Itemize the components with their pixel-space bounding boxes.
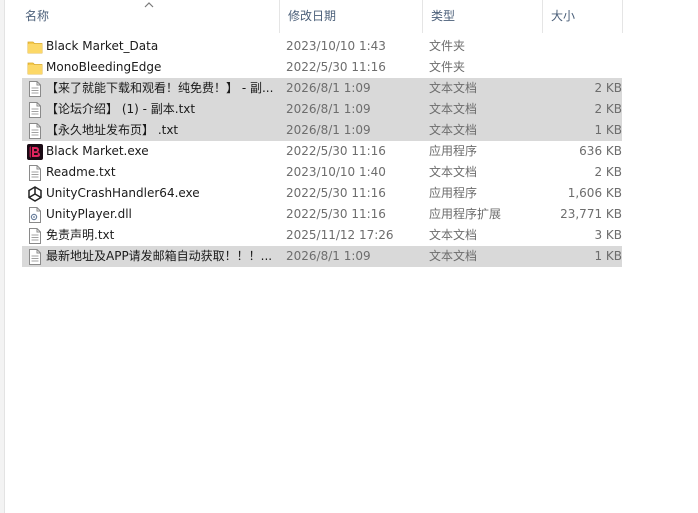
file-modified-date: 2026/8/1 1:09 bbox=[286, 81, 371, 95]
column-header-date-label: 修改日期 bbox=[288, 9, 337, 23]
file-row[interactable]: UnityCrashHandler64.exe 2022/5/30 11:16 应用… bbox=[22, 183, 622, 204]
file-size: 23,771 KB bbox=[560, 207, 622, 221]
file-size: 3 KB bbox=[594, 228, 622, 242]
sort-ascending-icon bbox=[144, 2, 154, 8]
file-explorer: 名称 修改日期 类型 大小 Black Market_Data 2023/10/1… bbox=[0, 0, 698, 513]
file-type: 文本文档 bbox=[429, 81, 478, 95]
file-row[interactable]: 【论坛介绍】 (1) - 副本.txt 2026/8/1 1:09 文本文档 2 KB bbox=[22, 99, 622, 120]
file-row[interactable]: 免责声明.txt 2025/11/12 17:26 文本文档 3 KB bbox=[22, 225, 622, 246]
file-row[interactable]: 最新地址及APP请发邮箱自动获取！！！... 2026/8/1 1:09 文本文档 1… bbox=[22, 246, 622, 267]
file-name: 【来了就能下载和观看！纯免费！】 - 副... bbox=[46, 81, 274, 95]
file-modified-date: 2026/8/1 1:09 bbox=[286, 249, 371, 263]
file-type: 应用程序 bbox=[429, 186, 478, 200]
text-file-icon bbox=[26, 164, 44, 181]
text-file-icon bbox=[26, 227, 44, 244]
unity-icon bbox=[26, 185, 44, 202]
column-header-size-label: 大小 bbox=[551, 9, 576, 23]
file-modified-date: 2023/10/10 1:40 bbox=[286, 165, 386, 179]
file-modified-date: 2022/5/30 11:16 bbox=[286, 60, 386, 74]
column-header-bar: 名称 修改日期 类型 大小 bbox=[5, 0, 623, 33]
file-type: 文本文档 bbox=[429, 165, 478, 179]
file-name: Readme.txt bbox=[46, 165, 116, 179]
file-size: 2 KB bbox=[594, 81, 622, 95]
file-type: 文本文档 bbox=[429, 102, 478, 116]
file-size: 1,606 KB bbox=[567, 186, 622, 200]
file-size: 2 KB bbox=[594, 102, 622, 116]
column-header-date[interactable]: 修改日期 bbox=[280, 0, 423, 33]
file-row[interactable]: Black Market.exe 2022/5/30 11:16 应用程序 636 K… bbox=[22, 141, 622, 162]
file-modified-date: 2023/10/10 1:43 bbox=[286, 39, 386, 53]
navigation-pane-edge bbox=[0, 0, 5, 513]
app-logo-icon bbox=[26, 143, 44, 160]
file-name: UnityPlayer.dll bbox=[46, 207, 132, 221]
file-type: 文件夹 bbox=[429, 60, 466, 74]
file-name: 【永久地址发布页】 .txt bbox=[46, 123, 179, 137]
file-size: 1 KB bbox=[594, 123, 622, 137]
text-file-icon bbox=[26, 122, 44, 139]
text-file-icon bbox=[26, 80, 44, 97]
file-name: Black Market.exe bbox=[46, 144, 149, 158]
file-name: UnityCrashHandler64.exe bbox=[46, 186, 200, 200]
file-type: 文本文档 bbox=[429, 228, 478, 242]
column-header-size[interactable]: 大小 bbox=[543, 0, 623, 33]
file-modified-date: 2022/5/30 11:16 bbox=[286, 186, 386, 200]
file-row[interactable]: Black Market_Data 2023/10/10 1:43 文件夹 bbox=[22, 36, 622, 57]
file-list: Black Market_Data 2023/10/10 1:43 文件夹 MonoB… bbox=[22, 36, 622, 267]
file-name: 【论坛介绍】 (1) - 副本.txt bbox=[46, 102, 196, 116]
file-row[interactable]: 【永久地址发布页】 .txt 2026/8/1 1:09 文本文档 1 KB bbox=[22, 120, 622, 141]
file-row[interactable]: UnityPlayer.dll 2022/5/30 11:16 应用程序扩展 23,7… bbox=[22, 204, 622, 225]
column-header-type-label: 类型 bbox=[431, 9, 456, 23]
file-type: 应用程序 bbox=[429, 144, 478, 158]
file-type: 文件夹 bbox=[429, 39, 466, 53]
file-modified-date: 2022/5/30 11:16 bbox=[286, 207, 386, 221]
file-modified-date: 2026/8/1 1:09 bbox=[286, 102, 371, 116]
file-type: 文本文档 bbox=[429, 123, 478, 137]
file-row[interactable]: MonoBleedingEdge 2022/5/30 11:16 文件夹 bbox=[22, 57, 622, 78]
file-name: Black Market_Data bbox=[46, 39, 159, 53]
file-type: 文本文档 bbox=[429, 249, 478, 263]
file-size: 2 KB bbox=[594, 165, 622, 179]
file-name: MonoBleedingEdge bbox=[46, 60, 162, 74]
file-row[interactable]: 【来了就能下载和观看！纯免费！】 - 副... 2026/8/1 1:09 文本文档… bbox=[22, 78, 622, 99]
column-header-name-label: 名称 bbox=[25, 9, 50, 23]
text-file-icon bbox=[26, 101, 44, 118]
folder-icon bbox=[26, 39, 44, 55]
column-header-name[interactable]: 名称 bbox=[5, 0, 280, 33]
file-modified-date: 2026/8/1 1:09 bbox=[286, 123, 371, 137]
text-file-icon bbox=[26, 248, 44, 265]
file-modified-date: 2025/11/12 17:26 bbox=[286, 228, 394, 242]
file-size: 1 KB bbox=[594, 249, 622, 263]
file-size: 636 KB bbox=[579, 144, 622, 158]
file-row[interactable]: Readme.txt 2023/10/10 1:40 文本文档 2 KB bbox=[22, 162, 622, 183]
file-name: 最新地址及APP请发邮箱自动获取！！！... bbox=[46, 249, 273, 263]
folder-icon bbox=[26, 60, 44, 76]
file-modified-date: 2022/5/30 11:16 bbox=[286, 144, 386, 158]
file-name: 免责声明.txt bbox=[46, 228, 115, 242]
dll-file-icon bbox=[26, 206, 44, 223]
file-type: 应用程序扩展 bbox=[429, 207, 502, 221]
column-header-type[interactable]: 类型 bbox=[423, 0, 543, 33]
